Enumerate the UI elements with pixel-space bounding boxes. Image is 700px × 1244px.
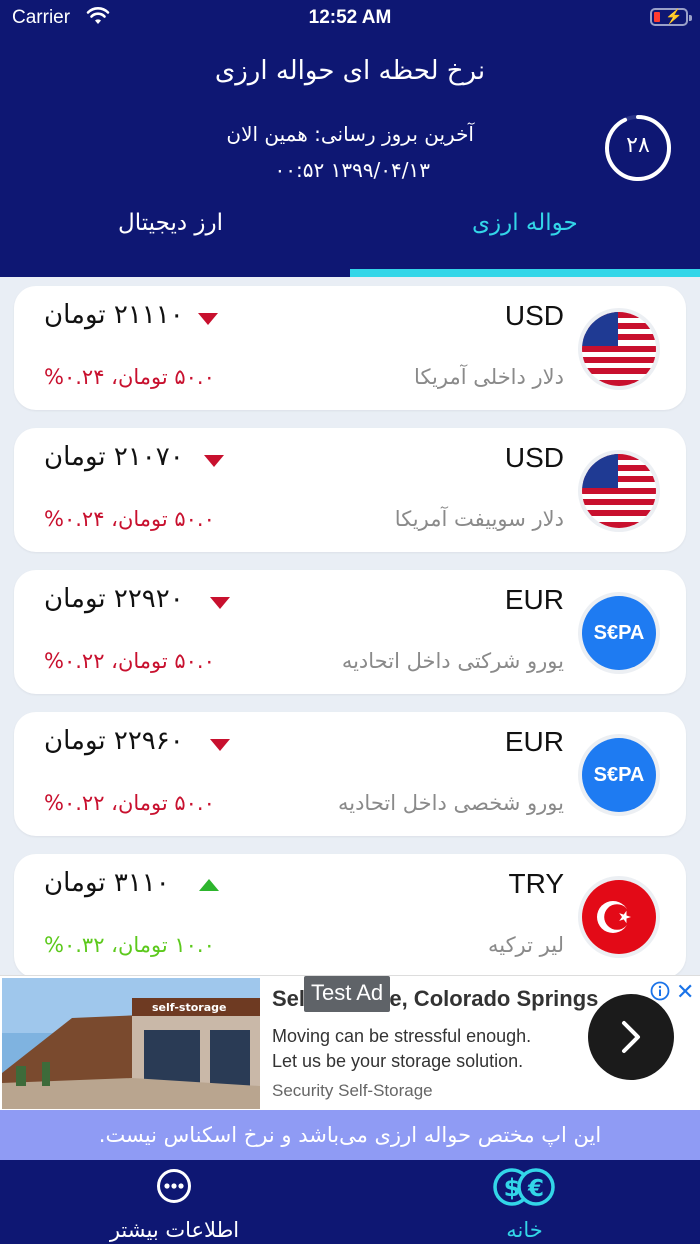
currency-name: یورو شرکتی داخل اتحادیه	[341, 649, 564, 673]
chevron-right-icon	[622, 1021, 640, 1053]
price-down-icon	[210, 597, 230, 609]
rate-card-eur-personal[interactable]: S€PA EUR یورو شخصی داخل اتحادیه ۲۲۹۶۰ تو…	[14, 712, 686, 836]
tab-digital-currency[interactable]: ارز دیجیتال	[118, 210, 223, 236]
us-flag-icon	[582, 312, 656, 386]
notice-banner: این اپ مختص حواله ارزی می‌باشد و نرخ اسک…	[0, 1110, 700, 1160]
currency-price: ۳۱۱۰ تومان	[44, 868, 170, 898]
currency-code: TRY	[508, 868, 565, 899]
price-change: ۵۰.۰ تومان، ۰.۲۴%	[44, 365, 215, 389]
currency-name: لیر ترکیه	[487, 933, 564, 957]
currency-code: EUR	[504, 726, 564, 757]
price-change: ۵۰.۰ تومان، ۰.۲۲%	[44, 791, 215, 815]
ad-line-1: Moving can be stressful enough.	[272, 1026, 532, 1046]
currency-price: ۲۱۱۱۰ تومان	[44, 300, 184, 330]
price-down-icon	[198, 313, 218, 325]
currency-code: EUR	[504, 584, 564, 615]
active-tab-indicator	[350, 269, 700, 277]
price-change: ۵۰.۰ تومان، ۰.۲۲%	[44, 649, 215, 673]
ad-info-icon[interactable]	[650, 981, 670, 1001]
ad-banner[interactable]: self-storage Self-Storage, Colorado Spri…	[0, 975, 700, 1110]
bottom-nav: $ € خانه اطلاعات بیشتر	[0, 1160, 700, 1244]
currency-code: USD	[504, 300, 564, 331]
price-down-icon	[210, 739, 230, 751]
currency-exchange-icon: $ €	[493, 1168, 555, 1206]
nav-more-info[interactable]: اطلاعات بیشتر	[87, 1160, 262, 1244]
ad-open-button[interactable]	[588, 994, 674, 1080]
ad-image: self-storage	[2, 978, 260, 1109]
page-title: نرخ لحظه ای حواله ارزی	[214, 56, 486, 86]
clock: 12:52 AM	[308, 7, 392, 28]
last-update-time: ۱۳۹۹/۰۴/۱۳ ۰۰:۵۲	[274, 158, 431, 182]
countdown-value: ۲۸	[626, 133, 650, 158]
nav-home-label: خانه	[506, 1218, 543, 1242]
more-icon	[157, 1169, 191, 1203]
currency-name: دلار داخلی آمریکا	[414, 365, 564, 389]
currency-price: ۲۲۹۲۰ تومان	[44, 584, 184, 614]
svg-text:€: €	[527, 1176, 544, 1202]
price-change: ۱۰.۰ تومان، ۰.۳۲%	[44, 933, 215, 957]
ad-image-sign: self-storage	[152, 1001, 226, 1014]
app-header: Carrier 12:52 AM ⚡ نرخ لحظه ای حواله ارز…	[0, 0, 700, 277]
sepa-logo-icon: S€PA	[582, 596, 656, 670]
currency-price: ۲۲۹۶۰ تومان	[44, 726, 184, 756]
currency-code: USD	[504, 442, 564, 473]
battery-icon: ⚡	[650, 8, 692, 26]
price-up-icon	[199, 879, 219, 891]
rate-card-usd-swift[interactable]: USD دلار سوییفت آمریکا ۲۱۰۷۰ تومان ۵۰.۰ …	[14, 428, 686, 552]
tab-remittance[interactable]: حواله ارزی	[472, 210, 578, 236]
price-down-icon	[204, 455, 224, 467]
refresh-countdown[interactable]: ۲۸	[604, 114, 672, 182]
ad-advertiser: Security Self-Storage	[272, 1081, 433, 1100]
sepa-logo-icon: S€PA	[582, 738, 656, 812]
us-flag-icon	[582, 454, 656, 528]
svg-text:$: $	[504, 1174, 521, 1202]
currency-price: ۲۱۰۷۰ تومان	[44, 442, 184, 472]
test-ad-badge: Test Ad	[304, 976, 391, 1012]
ad-line-2: Let us be your storage solution.	[272, 1051, 524, 1071]
currency-name: یورو شخصی داخل اتحادیه	[337, 791, 564, 815]
status-bar: Carrier 12:52 AM ⚡	[0, 0, 700, 36]
rate-card-try[interactable]: TRY لیر ترکیه ۳۱۱۰ تومان ۱۰.۰ تومان، ۰.۳…	[14, 854, 686, 978]
last-update-label: آخرین بروز رسانی: همین الان	[226, 122, 474, 146]
price-change: ۵۰.۰ تومان، ۰.۲۴%	[44, 507, 215, 531]
currency-name: دلار سوییفت آمریکا	[394, 507, 564, 531]
nav-home[interactable]: $ € خانه	[437, 1160, 612, 1244]
rate-card-usd-domestic[interactable]: USD دلار داخلی آمریکا ۲۱۱۱۰ تومان ۵۰.۰ ت…	[14, 286, 686, 410]
ad-close-icon[interactable]: ✕	[676, 979, 694, 1005]
tr-flag-icon	[582, 880, 656, 954]
rate-card-eur-corporate[interactable]: S€PA EUR یورو شرکتی داخل اتحادیه ۲۲۹۲۰ ت…	[14, 570, 686, 694]
nav-more-label: اطلاعات بیشتر	[109, 1218, 240, 1242]
